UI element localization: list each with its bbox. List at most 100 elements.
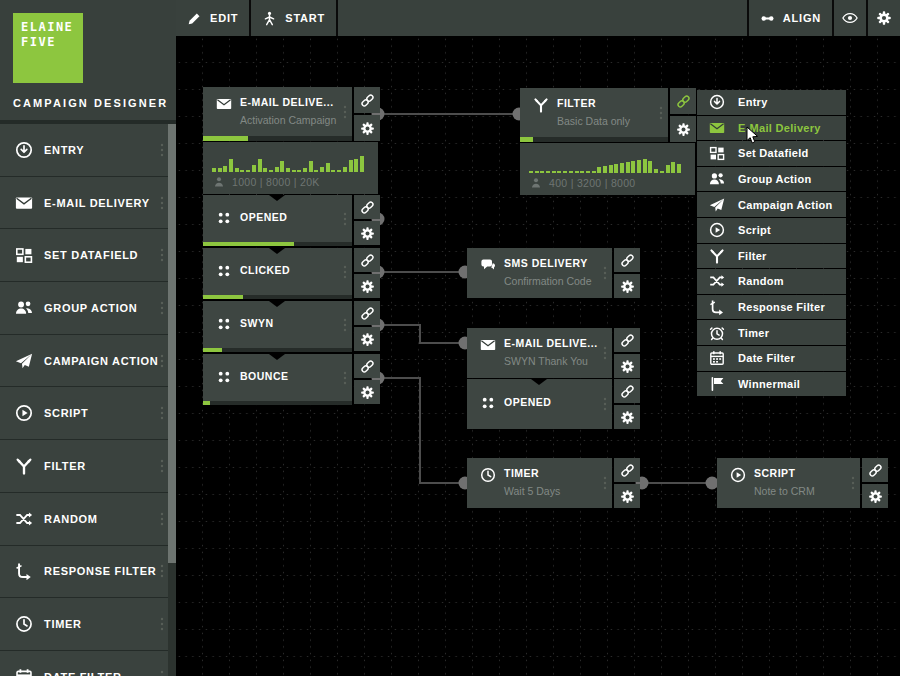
grip-dots-icon[interactable]: [343, 265, 347, 279]
grip-dots-icon[interactable]: [343, 318, 347, 332]
grip-dots-icon[interactable]: [603, 266, 607, 280]
clock-icon: [480, 467, 496, 483]
sidebar-item-timer[interactable]: TIMER: [0, 598, 168, 650]
filter-icon: [15, 457, 33, 475]
entry-icon: [709, 94, 725, 110]
sidebar-scrollbar[interactable]: [168, 124, 176, 676]
link-button[interactable]: [614, 248, 640, 272]
node-title: TIMER: [504, 467, 539, 479]
node-settings-button[interactable]: [670, 116, 696, 142]
scrollbar-thumb[interactable]: [168, 124, 176, 563]
datafield-icon: [15, 246, 33, 264]
sidebar-item-date-filter[interactable]: DATE FILTER: [0, 651, 168, 676]
node-script[interactable]: SCRIPT Note to CRM: [717, 458, 888, 508]
sidebar-item-campaign-action[interactable]: CAMPAIGN ACTION: [0, 335, 168, 387]
node-settings-button[interactable]: [354, 380, 380, 404]
link-button[interactable]: [354, 87, 380, 113]
grip-dots-icon[interactable]: [659, 106, 663, 120]
link-button[interactable]: [614, 328, 640, 352]
menu-item-filter[interactable]: Filter: [697, 244, 846, 269]
menu-item-label: Campaign Action: [738, 199, 833, 211]
menu-item-timer[interactable]: Timer: [697, 320, 846, 345]
link-button[interactable]: [354, 195, 380, 219]
align-button[interactable]: ALIGN: [747, 0, 832, 36]
sidebar-item-set-datafield[interactable]: SET DATAFIELD: [0, 229, 168, 281]
sidebar-item-random[interactable]: RANDOM: [0, 493, 168, 545]
link-button[interactable]: [354, 354, 380, 378]
node-sms-delivery[interactable]: SMS DELIVERY Confirmation Code: [467, 248, 640, 298]
node-settings-button[interactable]: [614, 405, 640, 429]
gear-icon: [620, 410, 635, 425]
link-button-active[interactable]: [670, 88, 696, 114]
menu-item-label: Script: [738, 224, 771, 236]
node-opened[interactable]: OPENED: [203, 195, 378, 246]
sidebar-item-script[interactable]: SCRIPT: [0, 387, 168, 439]
node-settings-button[interactable]: [354, 221, 380, 245]
link-button[interactable]: [614, 379, 640, 403]
node-clicked[interactable]: CLICKED: [203, 248, 378, 299]
sidebar-item-label: GROUP ACTION: [44, 302, 137, 314]
settings-button[interactable]: [866, 0, 900, 36]
node-settings-button[interactable]: [614, 484, 640, 508]
menu-item-entry[interactable]: Entry: [697, 90, 846, 115]
campaign-icon: [709, 197, 725, 213]
node-settings-button[interactable]: [354, 274, 380, 298]
sidebar-item-filter[interactable]: FILTER: [0, 440, 168, 492]
start-button[interactable]: START: [251, 0, 338, 36]
link-button[interactable]: [614, 458, 640, 482]
sidebar-item-label: FILTER: [44, 460, 86, 472]
sidebar-item-response-filter[interactable]: RESPONSE FILTER: [0, 546, 168, 598]
grip-dots-icon[interactable]: [603, 476, 607, 490]
menu-item-response-filter[interactable]: Response Filter: [697, 295, 846, 320]
menu-item-group-action[interactable]: Group Action: [697, 167, 846, 192]
link-button[interactable]: [862, 458, 888, 482]
design-canvas[interactable]: E-MAIL DELIVE... Activation Campaign 100…: [176, 36, 900, 676]
node-settings-button[interactable]: [614, 354, 640, 378]
node-opened-swyn[interactable]: OPENED: [467, 379, 640, 429]
grip-dots-icon[interactable]: [343, 105, 347, 119]
view-button[interactable]: [832, 0, 866, 36]
node-settings-button[interactable]: [354, 115, 380, 141]
sidebar-item-label: E-MAIL DELIVERY: [44, 197, 150, 209]
sidebar-item-e-mail-delivery[interactable]: E-MAIL DELIVERY: [0, 177, 168, 229]
gear-icon: [360, 385, 375, 400]
link-icon: [676, 94, 691, 109]
node-title: E-MAIL DELIVE...: [504, 337, 598, 349]
node-filter[interactable]: FILTER Basic Data only 400 | 3200 | 8000: [520, 88, 695, 195]
node-swyn[interactable]: SWYN: [203, 301, 378, 352]
node-settings-button[interactable]: [354, 327, 380, 351]
gear-icon: [876, 10, 892, 26]
link-button[interactable]: [354, 301, 380, 325]
menu-item-set-datafield[interactable]: Set Datafield: [697, 141, 846, 166]
edit-button[interactable]: EDIT: [176, 0, 251, 36]
node-email-activation[interactable]: E-MAIL DELIVE... Activation Campaign 100…: [203, 87, 378, 194]
sidebar-item-entry[interactable]: ENTRY: [0, 124, 168, 176]
node-settings-button[interactable]: [862, 484, 888, 508]
menu-item-date-filter[interactable]: Date Filter: [697, 346, 846, 371]
node-timer[interactable]: TIMER Wait 5 Days: [467, 458, 640, 508]
progress-bar: [203, 242, 294, 246]
grip-dots-icon[interactable]: [851, 476, 855, 490]
link-button[interactable]: [354, 248, 380, 272]
node-email-swyn[interactable]: E-MAIL DELIVE... SWYN Thank You: [467, 328, 640, 378]
menu-item-script[interactable]: Script: [697, 218, 846, 243]
datafield-icon: [709, 145, 725, 161]
align-label: ALIGN: [783, 12, 821, 24]
person-icon: [262, 11, 277, 26]
grip-dots-icon[interactable]: [603, 397, 607, 411]
grip-dots-icon[interactable]: [343, 212, 347, 226]
grip-dots-icon[interactable]: [343, 371, 347, 385]
menu-item-e-mail-delivery[interactable]: E-Mail Delivery: [697, 116, 846, 141]
grip-dots-icon: [160, 406, 164, 420]
node-settings-button[interactable]: [614, 274, 640, 298]
campaign-designer-app: ELAINE FIVE CAMPAIGN DESIGNER ENTRYE-MAI…: [0, 0, 900, 676]
node-title: FILTER: [557, 97, 596, 109]
menu-item-random[interactable]: Random: [697, 269, 846, 294]
node-bounce[interactable]: BOUNCE: [203, 354, 378, 405]
topbar: EDIT START ALIGN: [176, 0, 900, 36]
menu-item-winnermail[interactable]: Winnermail: [697, 372, 846, 397]
progress-bar: [203, 401, 210, 405]
grip-dots-icon[interactable]: [603, 346, 607, 360]
menu-item-campaign-action[interactable]: Campaign Action: [697, 192, 846, 217]
sidebar-item-group-action[interactable]: GROUP ACTION: [0, 282, 168, 334]
